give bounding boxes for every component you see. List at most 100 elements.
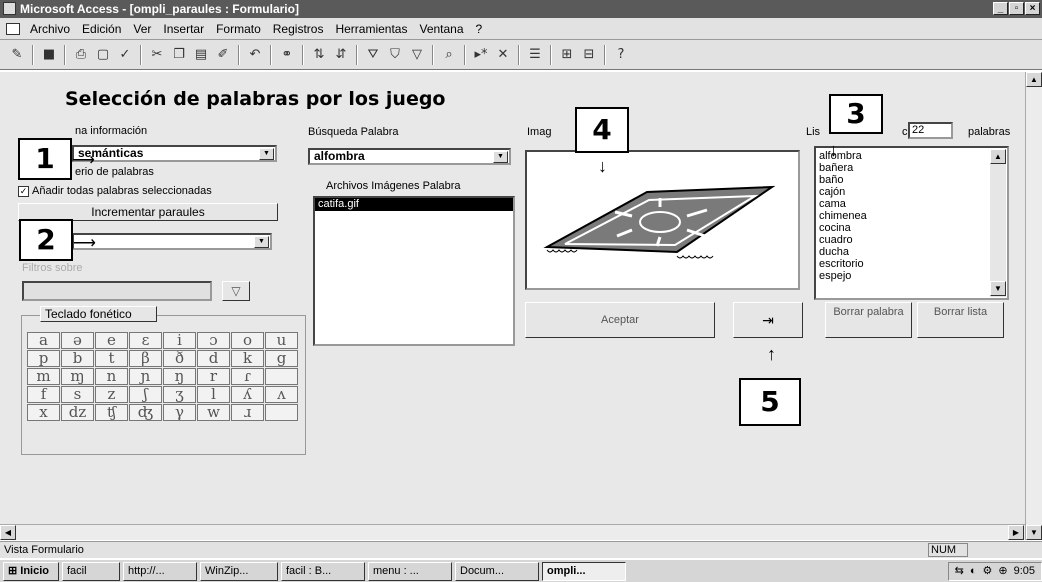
task-facil-db[interactable]: facil : B... [281, 561, 365, 581]
phonetic-key[interactable]: k [231, 350, 264, 367]
menu-archivo[interactable]: Archivo [24, 22, 76, 36]
phonetic-key[interactable]: z [95, 386, 128, 403]
phonetic-key[interactable]: ɱ [61, 368, 94, 385]
new-object-icon[interactable]: ⊟ [578, 44, 600, 66]
word-item[interactable]: ducha [819, 246, 1007, 258]
copy-icon[interactable]: ❐ [168, 44, 190, 66]
menu-insertar[interactable]: Insertar [157, 22, 210, 36]
scroll-left-icon[interactable]: ◀ [0, 525, 16, 540]
word-item[interactable]: cajón [819, 186, 1007, 198]
form-icon[interactable] [6, 22, 20, 35]
task-winzip[interactable]: WinZip... [200, 561, 278, 581]
sort-descending-icon[interactable]: ⇵ [330, 44, 352, 66]
busqueda-combo[interactable]: alfombra ▼ [308, 148, 511, 165]
task-browser[interactable]: http://... [123, 561, 197, 581]
phonetic-key[interactable]: s [61, 386, 94, 403]
criterio-combo[interactable]: ▼ [72, 233, 272, 250]
format-painter-icon[interactable]: ✐ [212, 44, 234, 66]
phonetic-key[interactable]: ɹ [231, 404, 264, 421]
task-facil[interactable]: facil [62, 561, 120, 581]
help-icon[interactable]: ? [610, 44, 632, 66]
word-item[interactable]: bañera [819, 162, 1007, 174]
word-item[interactable]: chimenea [819, 210, 1007, 222]
scroll-up-icon[interactable]: ▲ [1026, 72, 1042, 87]
filtros-field[interactable] [22, 281, 212, 301]
access-icon[interactable] [3, 2, 16, 15]
scroll-down-icon[interactable]: ▼ [990, 281, 1006, 296]
menu-help[interactable]: ? [470, 22, 489, 36]
print-icon[interactable]: ⎙ [70, 44, 92, 66]
word-item[interactable]: alfombra [819, 150, 1007, 162]
phonetic-key[interactable]: ɛ [129, 332, 162, 349]
phonetic-key[interactable]: a [27, 332, 60, 349]
form-horizontal-scrollbar[interactable]: ◀ ▶ [0, 524, 1025, 540]
phonetic-key[interactable]: β [129, 350, 162, 367]
close-button[interactable]: × [1025, 2, 1040, 15]
view-icon[interactable]: ✎ [6, 44, 28, 66]
words-listbox[interactable]: alfombra bañera baño cajón cama chimenea… [814, 146, 1009, 300]
form-vertical-scrollbar[interactable]: ▲ ▼ [1025, 72, 1042, 540]
phonetic-key[interactable]: g [265, 350, 298, 367]
aceptar-button[interactable]: Aceptar [525, 302, 715, 338]
minimize-button[interactable]: _ [993, 2, 1008, 15]
menu-registros[interactable]: Registros [267, 22, 330, 36]
archivos-listbox[interactable]: catifa.gif [313, 196, 515, 346]
chevron-down-icon[interactable]: ▼ [493, 151, 508, 163]
phonetic-key[interactable]: f [27, 386, 60, 403]
tray-volume-icon[interactable]: ◐ [970, 563, 977, 580]
phonetic-key[interactable]: o [231, 332, 264, 349]
database-window-icon[interactable]: ⊞ [556, 44, 578, 66]
tray-network-icon[interactable]: ⇆ [955, 563, 964, 580]
tray-app-icon[interactable]: ⚙ [982, 563, 992, 580]
phonetic-key[interactable]: r [197, 368, 230, 385]
scroll-up-icon[interactable]: ▲ [990, 149, 1006, 164]
phonetic-key[interactable]: u [265, 332, 298, 349]
word-item[interactable]: cuadro [819, 234, 1007, 246]
phonetic-key[interactable]: ʃ [129, 386, 162, 403]
properties-icon[interactable]: ☰ [524, 44, 546, 66]
filter-icon[interactable]: ▽ [222, 281, 250, 301]
phonetic-key[interactable]: dz [61, 404, 94, 421]
task-document[interactable]: Docum... [455, 561, 539, 581]
exit-button[interactable]: ⇥ [733, 302, 803, 338]
lista-count-field[interactable]: 22 [908, 122, 953, 139]
phonetic-key[interactable]: ʒ [163, 386, 196, 403]
chevron-down-icon[interactable]: ▼ [254, 236, 269, 248]
sort-ascending-icon[interactable]: ⇅ [308, 44, 330, 66]
filter-form-icon[interactable]: ⛉ [384, 44, 406, 66]
phonetic-key[interactable]: w [197, 404, 230, 421]
new-record-icon[interactable]: ▸* [470, 44, 492, 66]
chevron-down-icon[interactable]: ▼ [259, 148, 274, 160]
words-scrollbar[interactable]: ▲ ▼ [990, 149, 1006, 297]
paste-icon[interactable]: ▤ [190, 44, 212, 66]
delete-record-icon[interactable]: ✕ [492, 44, 514, 66]
archivo-item[interactable]: catifa.gif [315, 198, 513, 211]
phonetic-key[interactable]: ɾ [231, 368, 264, 385]
semantic-combo[interactable]: semánticas ▼ [72, 145, 277, 162]
task-ompli[interactable]: ompli... [542, 561, 626, 581]
preview-icon[interactable]: ▢ [92, 44, 114, 66]
phonetic-key[interactable] [265, 368, 298, 385]
menu-ventana[interactable]: Ventana [413, 22, 469, 36]
phonetic-key[interactable]: m [27, 368, 60, 385]
word-item[interactable]: escritorio [819, 258, 1007, 270]
menu-ver[interactable]: Ver [127, 22, 157, 36]
phonetic-key[interactable]: l [197, 386, 230, 403]
phonetic-key[interactable]: i [163, 332, 196, 349]
phonetic-key[interactable]: p [27, 350, 60, 367]
phonetic-key[interactable]: ʌ [265, 386, 298, 403]
word-item[interactable]: espejo [819, 270, 1007, 282]
phonetic-key[interactable]: ʧ [95, 404, 128, 421]
menu-edicion[interactable]: Edición [76, 22, 127, 36]
phonetic-key[interactable]: ʎ [231, 386, 264, 403]
find-icon[interactable]: ⌕ [438, 44, 460, 66]
undo-icon[interactable]: ↶ [244, 44, 266, 66]
borrar-palabra-button[interactable]: Borrar palabra [825, 302, 912, 338]
phonetic-key[interactable]: ŋ [163, 368, 196, 385]
phonetic-key[interactable]: d [197, 350, 230, 367]
maximize-button[interactable]: ▫ [1009, 2, 1024, 15]
phonetic-key[interactable]: b [61, 350, 94, 367]
phonetic-key[interactable]: ɲ [129, 368, 162, 385]
phonetic-key[interactable]: ɔ [197, 332, 230, 349]
save-icon[interactable]: ■ [38, 44, 60, 66]
